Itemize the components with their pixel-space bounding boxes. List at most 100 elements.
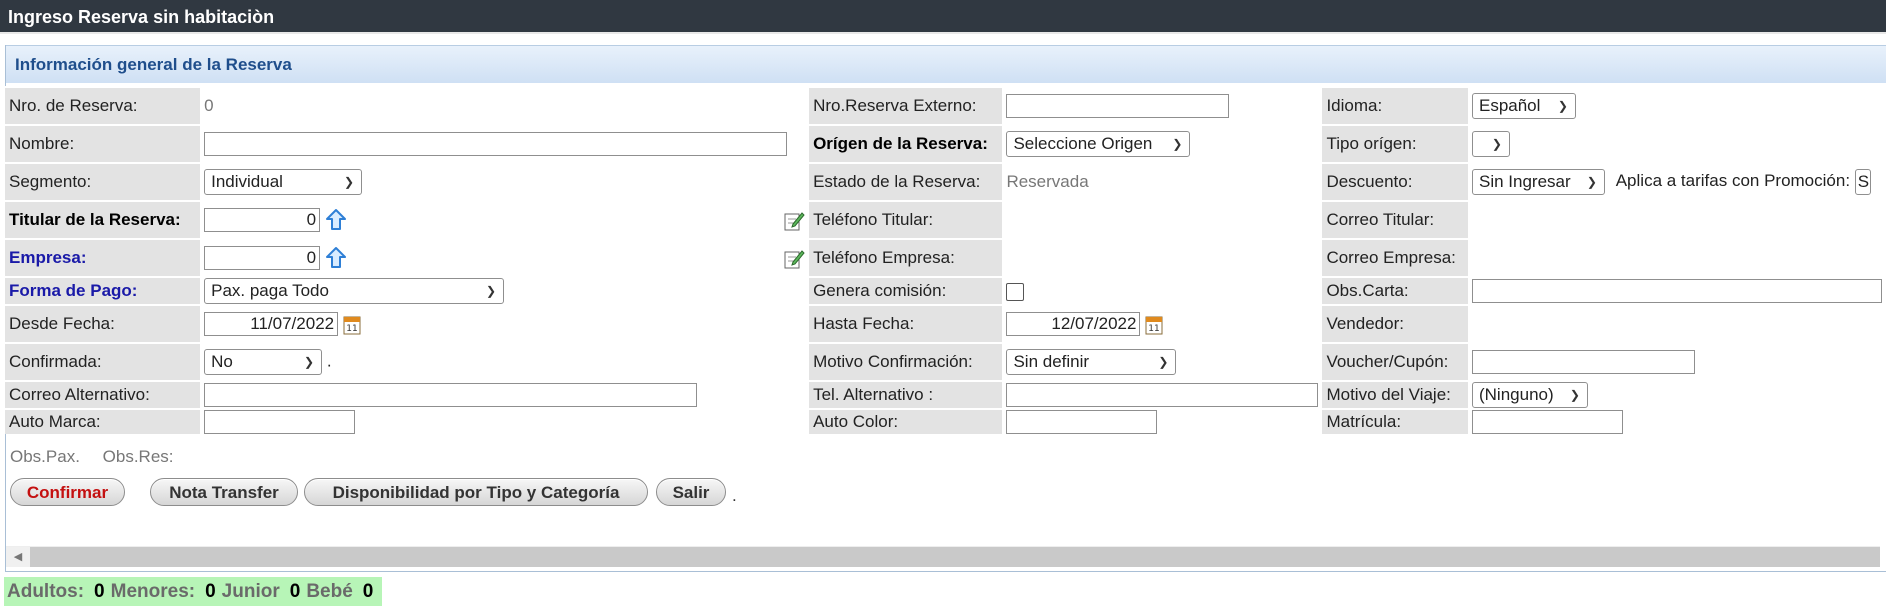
desde-fecha-label: Desde Fecha: [5, 304, 201, 342]
matricula-input[interactable] [1471, 410, 1623, 434]
promo-label: Aplica a tarifas con Promoción: [1615, 171, 1851, 191]
chevron-down-icon: ❯ [1172, 137, 1183, 151]
idioma-select[interactable]: Español ❯ [1471, 93, 1576, 119]
chevron-down-icon: ❯ [1491, 137, 1502, 151]
correo-empresa-label: Correo Empresa: [1322, 238, 1468, 276]
tipo-origen-select[interactable]: ❯ [1471, 131, 1510, 157]
telefono-empresa-value [1002, 238, 1323, 276]
forma-pago-select[interactable]: Pax. paga Todo ❯ [204, 278, 505, 304]
nombre-label: Nombre: [5, 124, 201, 162]
confirmada-label: Confirmada: [5, 342, 201, 380]
reserva-form: Nro. de Reserva: 0 Nro.Reserva Externo: … [5, 86, 1886, 434]
empresa-label[interactable]: Empresa: [5, 238, 201, 276]
nro-reserva-value: 0 [200, 86, 810, 124]
tel-alternativo-label: Tel. Alternativo : [809, 380, 1003, 408]
svg-text:11: 11 [1148, 324, 1159, 334]
nota-transfer-button[interactable]: Nota Transfer [150, 478, 298, 506]
nro-reserva-label: Nro. de Reserva: [5, 86, 201, 124]
obs-pax-link[interactable]: Obs.Pax. [10, 447, 80, 466]
promo-select[interactable]: S [1854, 169, 1871, 195]
salir-button[interactable]: Salir [656, 478, 726, 506]
voucher-input[interactable] [1471, 350, 1695, 374]
estado-label: Estado de la Reserva: [809, 162, 1003, 200]
vendedor-label: Vendedor: [1322, 304, 1468, 342]
menores-label: Menores: [110, 581, 196, 602]
motivo-viaje-value: (Ninguno) [1478, 385, 1554, 404]
hasta-fecha-label: Hasta Fecha: [809, 304, 1003, 342]
motivo-viaje-label: Motivo del Viaje: [1322, 380, 1468, 408]
menores-count: 0 [205, 581, 216, 602]
motivo-confirmacion-label: Motivo Confirmación: [809, 342, 1003, 380]
motivo-confirmacion-select[interactable]: Sin definir ❯ [1006, 349, 1177, 375]
bebe-count: 0 [362, 581, 374, 602]
descuento-label: Descuento: [1322, 162, 1468, 200]
motivo-viaje-select[interactable]: (Ninguno) ❯ [1471, 382, 1588, 408]
descuento-select[interactable]: Sin Ingresar ❯ [1471, 169, 1605, 195]
horizontal-scrollbar[interactable]: ◀ [6, 546, 1880, 567]
adultos-label: Adultos: [7, 581, 85, 602]
chevron-down-icon: ❯ [344, 175, 355, 189]
nro-reserva-externo-input[interactable] [1006, 94, 1230, 118]
idioma-value: Español [1478, 96, 1541, 115]
obs-links: Obs.Pax. Obs.Res: [10, 447, 192, 467]
descuento-value: Sin Ingresar [1478, 172, 1571, 191]
chevron-down-icon: ❯ [1158, 355, 1169, 369]
confirmada-suffix: . [326, 351, 332, 371]
edit-note-icon[interactable] [783, 248, 805, 270]
genera-comision-checkbox[interactable] [1006, 282, 1025, 301]
titular-input[interactable] [204, 207, 321, 232]
forma-pago-value: Pax. paga Todo [211, 281, 329, 300]
obs-carta-label: Obs.Carta: [1322, 276, 1468, 304]
origen-label: Orígen de la Reserva: [809, 124, 1003, 162]
segmento-value: Individual [211, 172, 283, 191]
arrow-up-icon[interactable] [325, 246, 347, 270]
obs-carta-input[interactable] [1471, 279, 1882, 303]
desde-fecha-input[interactable] [204, 312, 339, 336]
tipo-origen-label: Tipo orígen: [1322, 124, 1468, 162]
edit-note-icon[interactable] [783, 210, 805, 232]
chevron-down-icon: ❯ [1557, 99, 1568, 113]
chevron-down-icon: ❯ [1586, 175, 1597, 189]
obs-res-link[interactable]: Obs.Res: [103, 447, 174, 466]
scroll-left-icon[interactable]: ◀ [6, 547, 30, 567]
vendedor-value [1467, 304, 1886, 342]
idioma-label: Idioma: [1322, 86, 1468, 124]
telefono-empresa-label: Teléfono Empresa: [809, 238, 1003, 276]
nro-reserva-externo-label: Nro.Reserva Externo: [809, 86, 1003, 124]
empresa-input[interactable] [204, 245, 321, 270]
correo-titular-value [1467, 200, 1886, 238]
adultos-count: 0 [94, 581, 105, 602]
section-title: Información general de la Reserva [6, 45, 1886, 83]
forma-pago-label[interactable]: Forma de Pago: [5, 276, 201, 304]
chevron-down-icon: ❯ [1569, 388, 1580, 402]
junior-label: Junior [221, 581, 280, 602]
auto-color-label: Auto Color: [809, 408, 1003, 434]
telefono-titular-value [1002, 200, 1323, 238]
tel-alternativo-input[interactable] [1006, 383, 1319, 407]
bebe-label: Bebé [306, 581, 353, 602]
auto-marca-label: Auto Marca: [5, 408, 201, 434]
origen-value: Seleccione Origen [1013, 134, 1153, 153]
origen-select[interactable]: Seleccione Origen ❯ [1006, 131, 1191, 157]
correo-alternativo-input[interactable] [204, 383, 698, 407]
telefono-titular-label: Teléfono Titular: [809, 200, 1003, 238]
confirmada-select[interactable]: No ❯ [204, 349, 323, 375]
trailing-dot: . [732, 486, 737, 505]
window-title: Ingreso Reserva sin habitaciòn [0, 0, 1886, 34]
confirmada-value: No [211, 352, 233, 371]
estado-value: Reservada [1002, 162, 1323, 200]
svg-text:11: 11 [346, 324, 357, 334]
auto-color-input[interactable] [1006, 410, 1158, 434]
correo-empresa-value [1467, 238, 1886, 276]
genera-comision-label: Genera comisión: [809, 276, 1003, 304]
arrow-up-icon[interactable] [325, 208, 347, 232]
confirmar-button[interactable]: Confirmar [10, 478, 125, 506]
segmento-select[interactable]: Individual ❯ [204, 169, 363, 195]
hasta-fecha-input[interactable] [1006, 312, 1141, 336]
disponibilidad-button[interactable]: Disponibilidad por Tipo y Categoría [304, 478, 648, 506]
calendar-icon[interactable]: 11 [343, 314, 361, 336]
nombre-input[interactable] [204, 132, 788, 156]
correo-alternativo-label: Correo Alternativo: [5, 380, 201, 408]
auto-marca-input[interactable] [204, 410, 356, 434]
calendar-icon[interactable]: 11 [1145, 314, 1163, 336]
